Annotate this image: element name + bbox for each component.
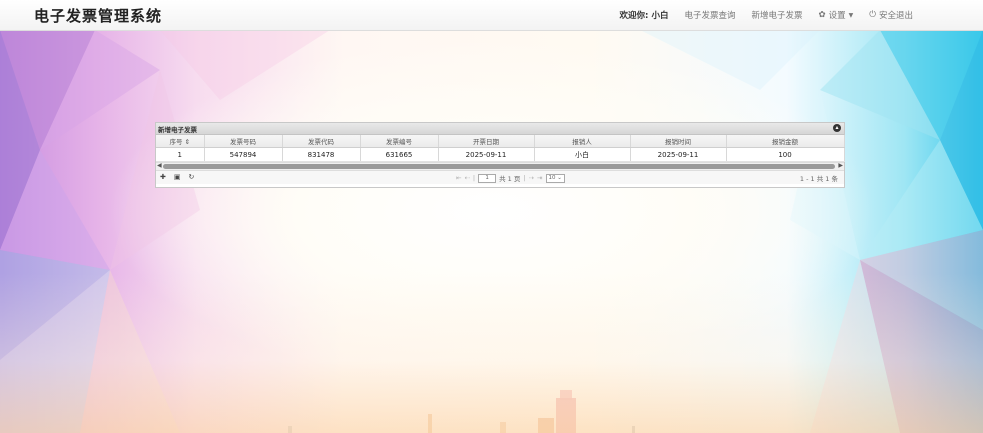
user-name: 小白 [651,11,669,21]
pager-controls: ⇤ ⇠ | 1 共 1 页 | ⇢ ⇥ 10 ⌄ [456,173,565,183]
view-icon[interactable]: ▣ [174,173,181,181]
column-header[interactable]: 发票编号 [360,135,439,148]
table-cell: 631665 [360,147,439,162]
nav-add-invoice[interactable]: 新增电子发票 [743,9,810,21]
welcome-user: 欢迎你: 小白 [612,9,677,21]
invoice-grid: 新增电子发票 ▴ 序号 ⇕ 发票号码 发票代码 发票编号 开票日期 报销人 报销… [155,122,845,188]
sort-icon: ⇕ [184,138,191,146]
next-page-icon[interactable]: ⇢ [529,174,534,182]
invoice-table: 序号 ⇕ 发票号码 发票代码 发票编号 开票日期 报销人 报销时间 报销金额 1… [156,135,845,162]
prev-page-icon[interactable]: ⇠ [464,174,469,182]
column-header[interactable]: 报销金额 [726,135,845,148]
pager-tools: ✚ ▣ ↻ [160,173,194,181]
logout-label: 安全退出 [878,11,913,21]
power-icon: ⏻ [869,10,876,20]
gear-icon: ✿ [818,10,826,20]
scroll-right-icon[interactable]: ▶ [838,162,843,169]
page-input[interactable]: 1 [478,173,497,183]
column-header[interactable]: 序号 ⇕ [156,135,205,148]
table-cell: 831478 [282,147,361,162]
table-row[interactable]: 1 547894 831478 631665 2025-09-11 小白 202… [156,147,845,162]
first-page-icon[interactable]: ⇤ [456,174,461,182]
scroll-left-icon[interactable]: ◀ [157,162,162,169]
background-image [0,30,983,433]
grid-title: 新增电子发票 [158,126,197,134]
chevron-down-icon: ⌄ [557,174,562,181]
refresh-icon[interactable]: ↻ [189,173,195,181]
app-title: 电子发票管理系统 [34,7,163,25]
table-cell: 1 [156,147,205,162]
table-cell: 小白 [534,147,631,162]
column-header[interactable]: 发票号码 [204,135,283,148]
background-glow [0,273,983,433]
grid-titlebar: 新增电子发票 ▴ [156,123,844,135]
add-icon[interactable]: ✚ [160,173,166,181]
column-header[interactable]: 报销时间 [630,135,727,148]
table-header-row: 序号 ⇕ 发票号码 发票代码 发票编号 开票日期 报销人 报销时间 报销金额 [156,135,845,148]
column-header[interactable]: 开票日期 [438,135,535,148]
table-cell: 100 [726,147,845,162]
column-header[interactable]: 报销人 [534,135,631,148]
grid-pager: ✚ ▣ ↻ ⇤ ⇠ | 1 共 1 页 | ⇢ ⇥ 10 ⌄ 1 - 1 共 1… [156,170,844,184]
table-cell: 547894 [204,147,283,162]
welcome-label: 欢迎你: [619,11,649,21]
collapse-icon[interactable]: ▴ [833,124,841,132]
horizontal-scrollbar[interactable]: ◀ ▶ [156,162,844,170]
record-info: 1 - 1 共 1 条 [799,175,838,183]
scrollbar-thumb[interactable] [163,164,835,169]
last-page-icon[interactable]: ⇥ [537,174,542,182]
table-cell: 2025-09-11 [438,147,535,162]
settings-label: 设置 [828,11,846,21]
nav-settings-dropdown[interactable]: ✿ 设置 ▼ [810,9,861,21]
column-header[interactable]: 发票代码 [282,135,361,148]
nav-invoice-query[interactable]: 电子发票查询 [676,9,743,21]
table-cell: 2025-09-11 [630,147,727,162]
top-navbar: 电子发票管理系统 欢迎你: 小白 电子发票查询 新增电子发票 ✿ 设置 ▼ ⏻ … [0,0,983,31]
caret-down-icon: ▼ [848,11,854,19]
nav-logout[interactable]: ⏻ 安全退出 [861,9,921,21]
total-pages: 共 1 页 [499,175,521,183]
nav-menu: 欢迎你: 小白 电子发票查询 新增电子发票 ✿ 设置 ▼ ⏻ 安全退出 [612,0,921,30]
page-size-select[interactable]: 10 ⌄ [545,173,565,183]
